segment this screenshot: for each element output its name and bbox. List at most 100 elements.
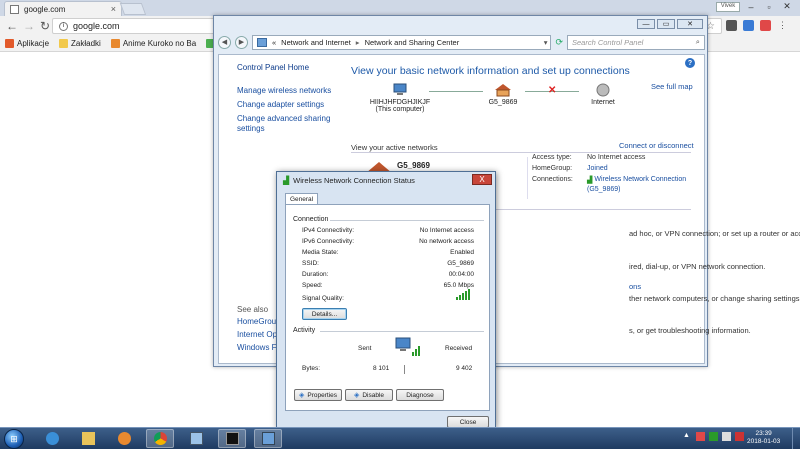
bookmark-zakladki[interactable]: Zakładki [59,39,101,48]
tab-close-icon[interactable]: × [111,4,116,14]
shield-icon: ◈ [353,392,360,399]
wireless-connection-ssid-link[interactable]: (G5_9869) [587,186,620,193]
map-computer[interactable]: HIIHJHFDGHJIKJF (This computer) [367,83,433,113]
breadcrumb-separator-icon[interactable]: ▸ [356,38,360,47]
command-prompt-icon [225,432,239,445]
forward-arrow-icon[interactable]: → [23,19,35,33]
minimize-button[interactable]: — [637,19,655,29]
diagnose-button[interactable]: Diagnose [396,389,444,401]
bytes-sent: 8 101 [373,365,390,372]
dialog-close-button[interactable]: X [472,174,492,185]
site-icon [110,39,120,48]
action-center-icon[interactable] [696,432,705,441]
reload-icon[interactable]: ↻ [40,19,50,33]
taskbar-cmd[interactable] [218,429,246,448]
language-icon[interactable] [735,432,744,441]
search-input[interactable]: Search Control Panel ⌕ [567,34,705,50]
taskbar: ⊞ ▲ 23:39 2018-01-03 [0,427,800,449]
duration-row: Duration: 00:04:00 [302,271,474,278]
breadcrumb-nsc[interactable]: Network and Sharing Center [365,38,460,47]
no-connection-x-icon: ✕ [548,85,557,96]
folder-icon [59,39,69,48]
bookmark-anime[interactable]: Anime Kuroko no Ba [110,39,196,48]
apps-grid-icon [5,39,14,48]
task-text: ad hoc, or VPN connection; or set up a r… [629,229,800,238]
connect-disconnect-link[interactable]: Connect or disconnect [619,141,694,150]
new-tab-button[interactable] [119,3,147,15]
chevron-down-icon[interactable]: ▾ [544,38,548,47]
taskbar-chrome[interactable] [146,429,174,448]
task-text: ther network computers, or change sharin… [629,294,800,303]
browser-tab[interactable]: google.com × [4,1,122,16]
back-arrow-icon[interactable]: ◀ [218,35,231,49]
close-icon[interactable]: ✕ [780,1,794,12]
maximize-icon[interactable]: ▫ [762,1,776,12]
bookmark-apps[interactable]: Aplikacje [5,39,49,48]
taskbar-ie[interactable] [38,429,66,448]
wifi-signal-icon: ▟ [587,177,593,184]
disable-button[interactable]: ◈ Disable [345,389,393,401]
sent-label: Sent [358,345,372,352]
extension-icon[interactable] [760,20,771,31]
show-desktop-button[interactable] [792,428,800,449]
extension-icon[interactable] [726,20,737,31]
properties-button[interactable]: ◈ Properties [294,389,342,401]
search-icon[interactable]: ⌕ [696,37,700,47]
url-text: google.com [73,21,120,31]
taskbar-window[interactable] [182,429,210,448]
shield-icon: ◈ [298,392,305,399]
task-link[interactable]: ons [629,282,641,291]
profile-button[interactable]: Vivek [716,2,740,12]
minimize-icon[interactable]: – [744,1,758,12]
map-link-line [429,91,483,92]
breadcrumb[interactable]: « Network and Internet ▸ Network and Sha… [252,34,552,50]
details-button[interactable]: Details... [302,308,347,320]
homegroup-link[interactable]: HomeGroup [237,317,281,326]
refresh-icon[interactable]: ⟳ [555,37,563,48]
close-button[interactable]: ✕ [677,19,703,29]
control-panel-icon [261,432,275,445]
info-icon[interactable]: i [59,21,68,31]
see-full-map-link[interactable]: See full map [651,82,693,91]
signal-bars-icon [456,289,470,300]
homegroup-joined-link[interactable]: Joined [587,165,608,172]
clock[interactable]: 23:39 2018-01-03 [747,430,780,446]
divider [351,152,691,153]
activity-group-label: Activity [293,327,316,334]
extension-icon[interactable] [743,20,754,31]
speed-row: Speed: 65.0 Mbps [302,282,474,289]
taskbar-explorer[interactable] [74,429,102,448]
computer-icon [393,83,407,95]
maximize-button[interactable]: ▭ [657,19,675,29]
breadcrumb-network-internet[interactable]: Network and Internet [281,38,351,47]
taskbar-control-panel[interactable] [254,429,282,448]
back-arrow-icon[interactable]: ← [6,19,18,33]
help-icon[interactable]: ? [685,58,695,68]
tray-arrow-icon[interactable]: ▲ [683,432,692,441]
signal-quality-label: Signal Quality: [302,295,344,302]
wireless-connection-link[interactable]: Wireless Network Connection [594,176,686,184]
taskbar-media-player[interactable] [110,429,138,448]
map-internet[interactable]: Internet [585,83,621,106]
menu-icon[interactable]: ⋮ [777,20,788,31]
breadcrumb-back[interactable]: « [272,38,276,47]
manage-wireless-link[interactable]: Manage wireless networks [237,86,339,96]
volume-icon[interactable] [722,432,731,441]
map-network[interactable]: G5_9869 [483,83,523,106]
page-icon [10,4,19,14]
divider [527,157,528,199]
forward-arrow-icon[interactable]: ▶ [235,35,248,49]
network-icon[interactable] [709,432,718,441]
wifi-signal-icon: ▟ [283,176,290,185]
advanced-sharing-link[interactable]: Change advanced sharing settings [237,114,339,134]
task-text: ired, dial-up, or VPN network connection… [629,262,766,271]
start-button[interactable]: ⊞ [4,429,24,449]
see-also-heading: See also [237,305,269,314]
active-network-name: G5_9869 [397,161,430,170]
change-adapter-link[interactable]: Change adapter settings [237,100,339,110]
control-panel-icon [257,37,267,47]
control-panel-home-link[interactable]: Control Panel Home [237,63,339,72]
window-controls: — ▭ ✕ [637,19,703,29]
extension-icons: ⋮ [726,20,788,31]
system-tray: ▲ [683,432,744,441]
